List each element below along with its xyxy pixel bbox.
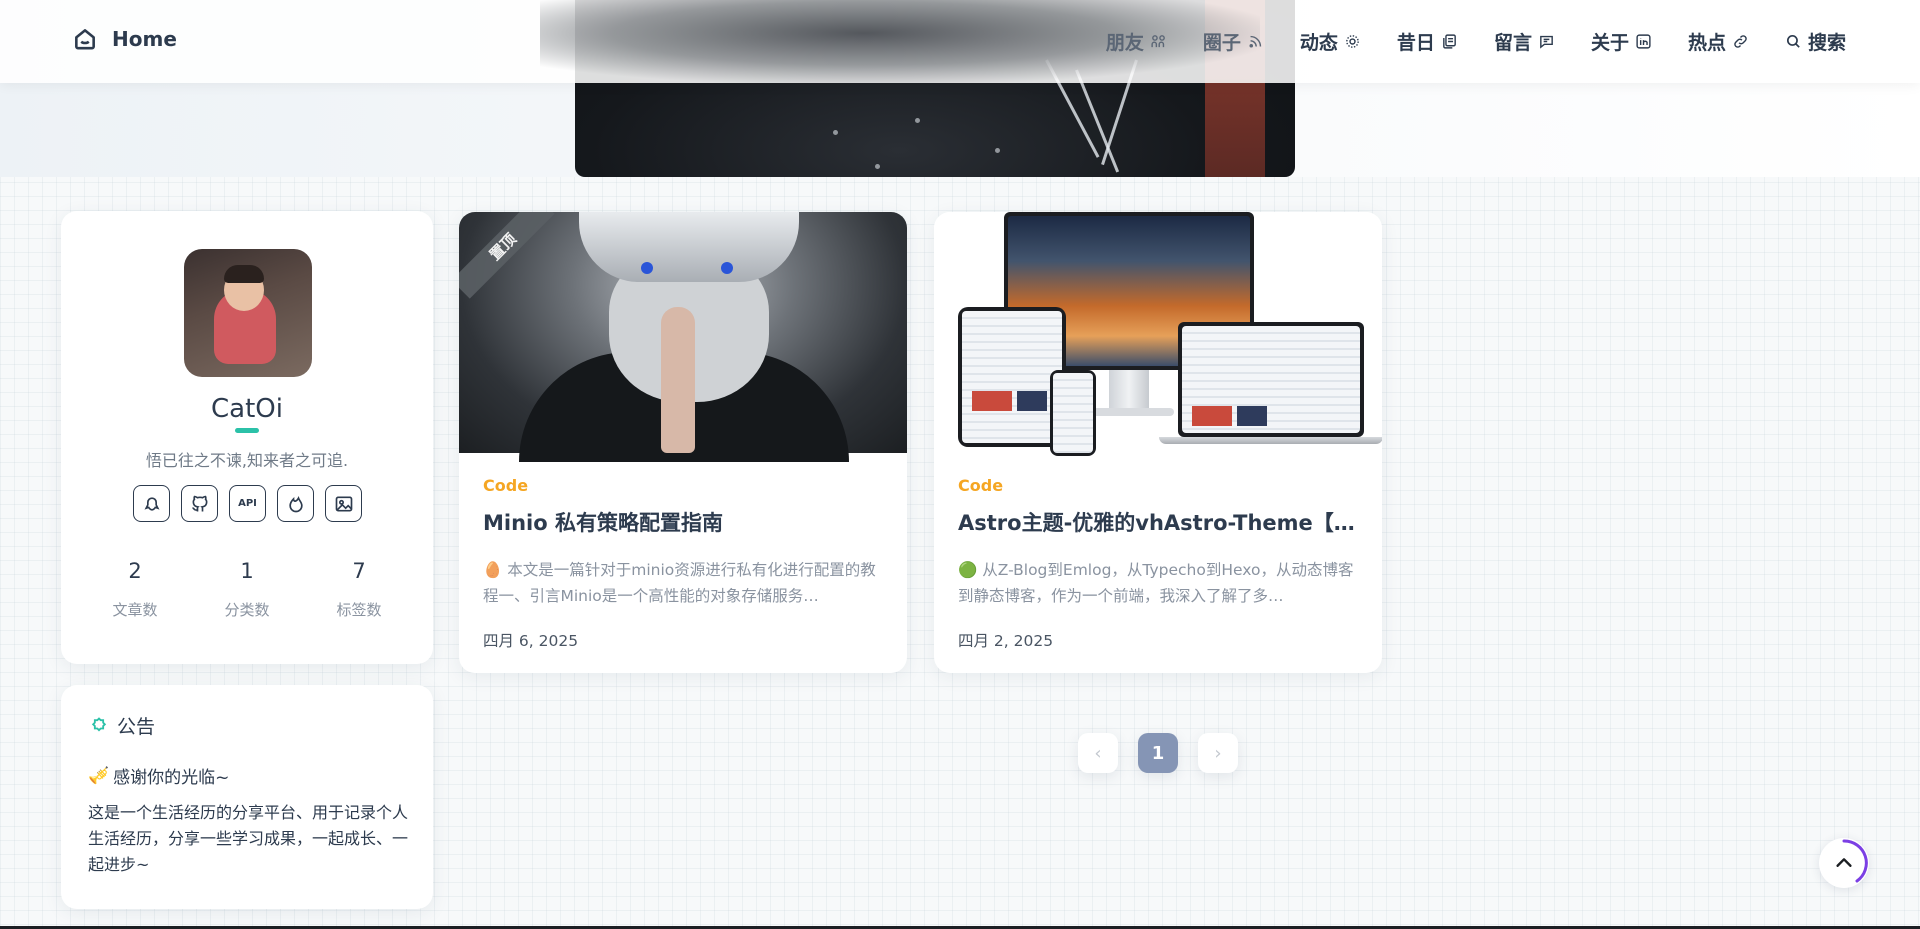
nav-search[interactable]: 搜索 <box>1785 28 1846 55</box>
post-title[interactable]: Astro主题-优雅的vhAstro-Theme【使… <box>958 507 1358 537</box>
nav-message[interactable]: 留言 <box>1494 28 1555 55</box>
stat-tags-label: 标签数 <box>336 601 382 619</box>
nav-activity-label: 动态 <box>1299 32 1338 54</box>
post-cover-image[interactable]: 置顶 <box>459 212 907 462</box>
stat-categories-label: 分类数 <box>224 601 270 619</box>
profile-bio: 悟已往之不谏,知来者之可追. <box>145 451 349 470</box>
post-category-label: Code <box>483 476 529 495</box>
badge-icon <box>91 716 107 731</box>
search-icon <box>1786 34 1800 48</box>
stat-posts-label: 文章数 <box>112 601 158 619</box>
post-excerpt-text: 本文是一篇针对于minio资源进行私有化进行配置的教程一、引言Minio是一个高… <box>483 561 876 605</box>
green-dot-icon: 🟢 <box>958 561 978 579</box>
github-icon <box>191 495 208 511</box>
message-icon <box>1540 35 1553 49</box>
stat-posts-value: 2 <box>128 559 142 583</box>
pagination: ‹ 1 › <box>1078 733 1238 773</box>
gallery-link[interactable] <box>325 485 362 522</box>
post-date: 四月 6, 2025 <box>483 632 579 650</box>
qq-icon <box>144 496 159 511</box>
notice-body: 这是一个生活经历的分享平台、用于记录个人生活经历，分享一些学习成果，一起成长、一… <box>88 803 409 874</box>
fire-link[interactable] <box>277 485 314 522</box>
social-links: API <box>133 485 362 522</box>
nav-archive-label: 昔日 <box>1396 32 1435 54</box>
notice-title: 公告 <box>117 716 156 738</box>
nav-about[interactable]: 关于 <box>1591 28 1652 55</box>
post-card[interactable]: Code Astro主题-优雅的vhAstro-Theme【使… 🟢 从Z-Bl… <box>934 212 1382 673</box>
notice-greeting: 🎺 感谢你的光临~ <box>88 763 230 789</box>
post-date: 四月 2, 2025 <box>958 632 1054 650</box>
friends-icon <box>1151 35 1165 48</box>
nav-circle-label: 圈子 <box>1202 32 1241 54</box>
home-link[interactable]: Home <box>72 26 177 52</box>
post-category[interactable]: Code <box>483 476 883 495</box>
notice-card: 公告 🎺 感谢你的光临~ 这是一个生活经历的分享平台、用于记录个人生活经历，分享… <box>61 685 433 909</box>
nav-archive[interactable]: 昔日 <box>1397 28 1458 55</box>
avatar[interactable] <box>184 249 312 377</box>
post-excerpt: 🟢 从Z-Blog到Emlog，从Typecho到Hexo，从动态博客到静态博客… <box>958 557 1358 609</box>
profile-name: CatOi <box>211 394 283 424</box>
scroll-progress-ring <box>1842 839 1868 883</box>
stat-posts[interactable]: 2 文章数 <box>79 559 191 620</box>
post-cover-image[interactable] <box>934 212 1382 456</box>
nav-circle[interactable]: 圈子 <box>1203 28 1264 55</box>
notice-header: 公告 <box>89 712 155 739</box>
profile-stats: 2 文章数 1 分类数 7 标签数 <box>79 559 415 620</box>
egg-icon: 🥚 <box>483 561 503 579</box>
rss-icon <box>1249 35 1262 48</box>
stat-categories[interactable]: 1 分类数 <box>191 559 303 620</box>
nav-hot[interactable]: 热点 <box>1688 28 1749 55</box>
brand-label: Home <box>112 27 177 51</box>
api-link[interactable]: API <box>229 485 266 522</box>
link-icon <box>1734 35 1747 48</box>
about-icon <box>1636 34 1651 49</box>
fire-icon <box>288 495 303 512</box>
stat-tags[interactable]: 7 标签数 <box>303 559 415 620</box>
nav-friends[interactable]: 朋友 <box>1106 28 1167 55</box>
image-icon <box>335 496 352 511</box>
nav-activity[interactable]: 动态 <box>1300 28 1361 55</box>
stat-tags-value: 7 <box>352 559 366 583</box>
home-icon <box>75 29 95 50</box>
profile-card: CatOi 悟已往之不谏,知来者之可追. API 2 文章数 1 分类数 7 标… <box>61 211 433 664</box>
nav-search-label: 搜索 <box>1807 32 1846 54</box>
activity-icon <box>1346 35 1359 48</box>
api-icon: API <box>238 498 257 509</box>
top-navbar: Home 朋友 圈子 动态 昔日 留言 关于 热点 搜索 <box>0 0 1920 83</box>
nav-about-label: 关于 <box>1590 32 1629 54</box>
post-excerpt-text: 从Z-Blog到Emlog，从Typecho到Hexo，从动态博客到静态博客，作… <box>958 561 1354 605</box>
pin-badge: 置顶 <box>459 212 555 299</box>
back-to-top-button[interactable] <box>1819 838 1869 888</box>
nav-message-label: 留言 <box>1493 32 1532 54</box>
trumpet-icon: 🎺 <box>88 765 110 786</box>
github-link[interactable] <box>181 485 218 522</box>
notice-greeting-text: 感谢你的光临~ <box>113 768 230 788</box>
post-excerpt: 🥚 本文是一篇针对于minio资源进行私有化进行配置的教程一、引言Minio是一… <box>483 557 883 609</box>
post-category[interactable]: Code <box>958 476 1358 495</box>
next-page-button[interactable]: › <box>1198 733 1238 773</box>
post-card[interactable]: 置顶 Code Minio 私有策略配置指南 🥚 本文是一篇针对于minio资源… <box>459 212 907 673</box>
nav-friends-label: 朋友 <box>1105 32 1144 54</box>
archive-icon <box>1443 34 1456 49</box>
qq-link[interactable] <box>133 485 170 522</box>
page-1-button[interactable]: 1 <box>1138 733 1178 773</box>
post-title[interactable]: Minio 私有策略配置指南 <box>483 507 883 537</box>
post-category-label: Code <box>958 476 1004 495</box>
name-underline <box>235 428 259 433</box>
stat-categories-value: 1 <box>240 559 254 583</box>
prev-page-button[interactable]: ‹ <box>1078 733 1118 773</box>
nav-hot-label: 热点 <box>1687 32 1726 54</box>
